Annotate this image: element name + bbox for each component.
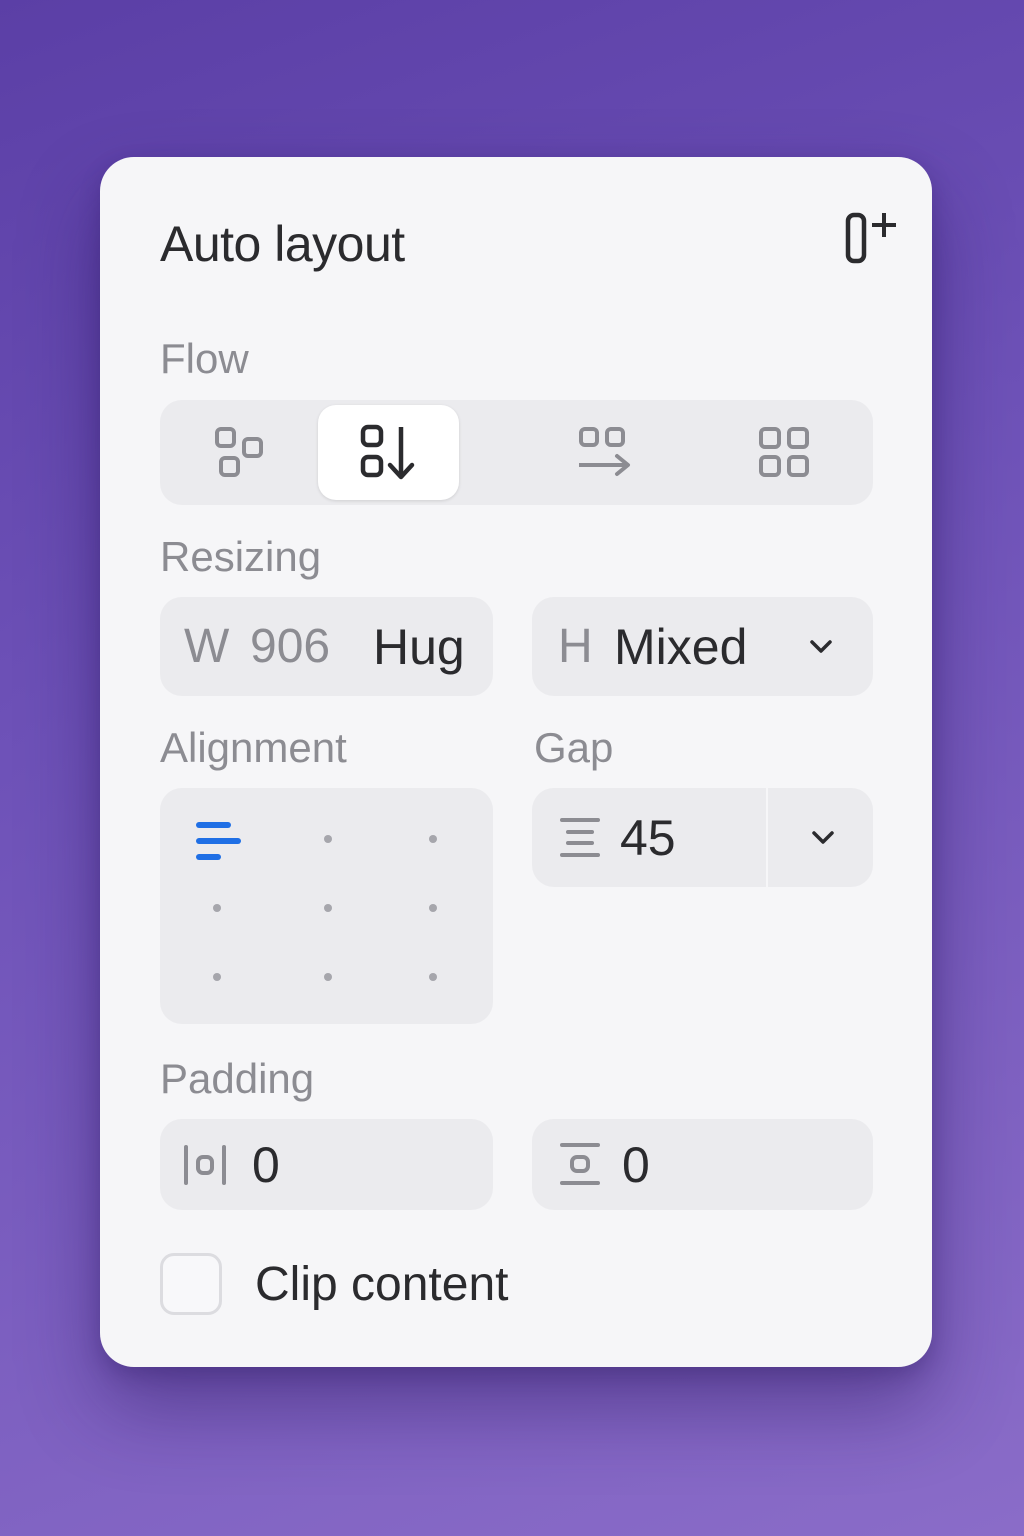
vertical-padding-icon [560, 1143, 600, 1185]
align-bottom-center[interactable] [324, 973, 332, 981]
height-prefix: H [558, 620, 593, 673]
flow-segmented-control [160, 400, 873, 505]
grid-layout-icon [758, 426, 809, 477]
align-top-center[interactable] [324, 835, 332, 843]
horizontal-padding-field[interactable]: 0 [160, 1119, 493, 1210]
align-top-left-icon[interactable] [196, 821, 242, 863]
height-value[interactable]: Mixed [614, 618, 747, 676]
panel-title: Auto layout [160, 216, 405, 272]
chevron-down-icon[interactable] [810, 826, 836, 848]
align-bottom-left[interactable] [213, 973, 221, 981]
gap-label: Gap [534, 724, 614, 771]
align-top-right[interactable] [429, 835, 437, 843]
clip-content-checkbox[interactable] [160, 1253, 222, 1315]
align-middle-left[interactable] [213, 904, 221, 912]
alignment-grid [160, 788, 493, 1024]
horizontal-padding-icon [184, 1145, 226, 1185]
vertical-layout-icon [360, 424, 414, 479]
width-value[interactable]: 906 [250, 619, 330, 674]
flow-option-grid[interactable] [714, 405, 855, 500]
alignment-label: Alignment [160, 724, 347, 771]
freeform-layout-icon [214, 426, 263, 477]
width-field[interactable]: W 906 Hug [160, 597, 493, 696]
add-auto-layout-button[interactable] [840, 205, 904, 269]
gap-field[interactable]: 45 [532, 788, 873, 887]
flow-label: Flow [160, 335, 249, 382]
flow-option-horizontal[interactable] [534, 405, 675, 500]
add-auto-layout-icon [845, 212, 896, 264]
width-mode[interactable]: Hug [373, 618, 465, 676]
resizing-label: Resizing [160, 533, 322, 580]
auto-layout-panel: Auto layout Flow Resizing W 906 Hug H Mi… [100, 157, 932, 1367]
align-middle-center[interactable] [324, 904, 332, 912]
height-field[interactable]: H Mixed [532, 597, 873, 696]
gap-vertical-icon [560, 818, 600, 857]
clip-content-label[interactable]: Clip content [255, 1257, 508, 1312]
flow-option-vertical[interactable] [318, 405, 459, 500]
vertical-padding-field[interactable]: 0 [532, 1119, 873, 1210]
padding-label: Padding [160, 1055, 315, 1102]
horizontal-layout-icon [578, 426, 630, 476]
chevron-down-icon[interactable] [808, 635, 834, 657]
align-bottom-right[interactable] [429, 973, 437, 981]
vertical-padding-value[interactable]: 0 [622, 1136, 650, 1194]
gap-value[interactable]: 45 [620, 809, 676, 867]
align-middle-right[interactable] [429, 904, 437, 912]
flow-option-freeform[interactable] [170, 405, 311, 500]
gap-divider [766, 788, 768, 887]
horizontal-padding-value[interactable]: 0 [252, 1136, 280, 1194]
width-prefix: W [184, 620, 230, 673]
